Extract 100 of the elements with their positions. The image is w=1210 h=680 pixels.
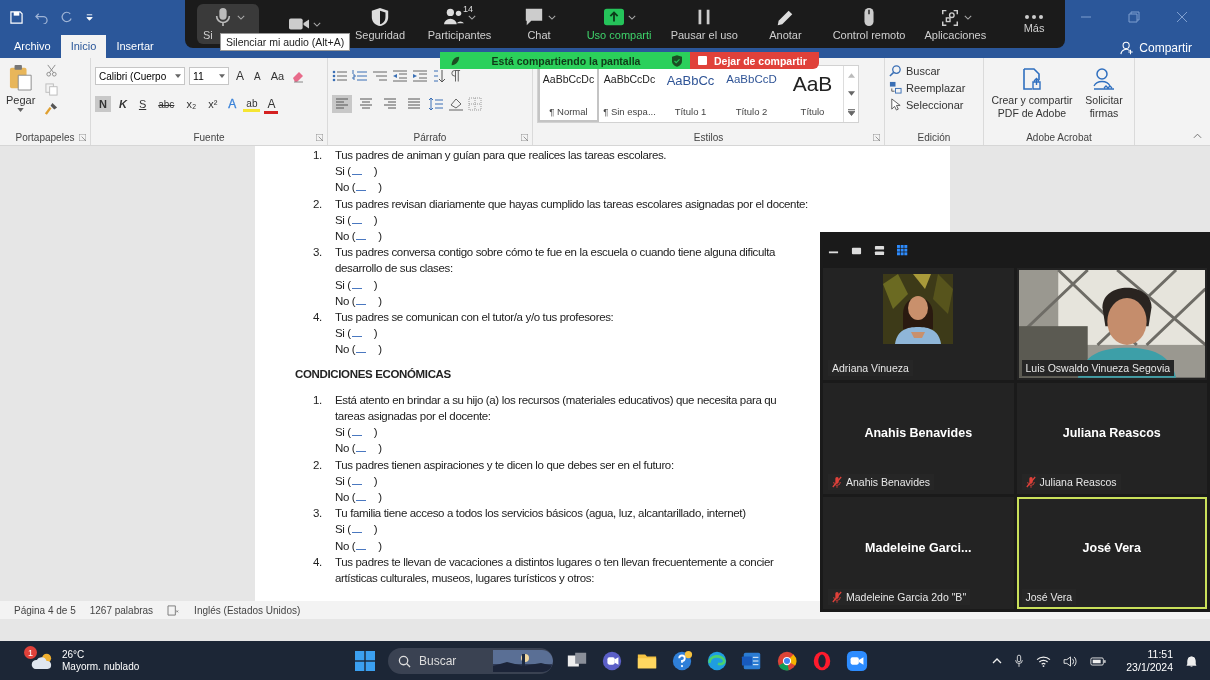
- language-status[interactable]: Inglés (Estados Unidos): [194, 604, 301, 616]
- leaf-icon: [450, 55, 460, 66]
- annotate-button[interactable]: Anotar: [754, 4, 817, 44]
- person-add-icon: [1120, 41, 1135, 55]
- pause-share-button[interactable]: Pausar el uso: [668, 4, 741, 44]
- wifi-icon[interactable]: [1036, 655, 1052, 667]
- ribbon-tab[interactable]: Inicio: [60, 35, 107, 58]
- launcher-icon[interactable]: [873, 134, 880, 141]
- clock[interactable]: 11:51 23/1/2024: [1126, 648, 1173, 674]
- format-button[interactable]: abc: [154, 96, 179, 112]
- more-styles-icon[interactable]: [847, 108, 855, 116]
- customize-icon[interactable]: [85, 12, 94, 22]
- word-count[interactable]: 1267 palabras: [89, 604, 154, 616]
- meet-app-icon[interactable]: [601, 650, 623, 672]
- format-button[interactable]: x²: [204, 96, 222, 112]
- share-button[interactable]: Compartir: [1120, 41, 1192, 55]
- clipboard-icon: [8, 64, 33, 92]
- change-case-button[interactable]: Aa: [267, 68, 288, 84]
- sort-icon[interactable]: [432, 69, 446, 83]
- security-button[interactable]: Seguridad: [349, 4, 411, 44]
- format-button[interactable]: x₂: [182, 96, 201, 112]
- edge-app-icon[interactable]: [706, 650, 728, 672]
- word-app-icon[interactable]: [741, 650, 763, 672]
- select-button[interactable]: Seleccionar: [889, 98, 979, 111]
- launcher-icon[interactable]: [79, 134, 86, 141]
- page-count[interactable]: Página 4 de 5: [14, 604, 76, 616]
- bullet-list-icon[interactable]: [332, 69, 348, 83]
- list-number: 4.: [313, 310, 323, 326]
- font-name-field[interactable]: Calibri (Cuerpo: [95, 67, 185, 85]
- redo-icon[interactable]: [60, 10, 73, 24]
- zoom-app-icon[interactable]: [846, 650, 868, 672]
- paste-button[interactable]: Pegar: [6, 62, 36, 129]
- create-pdf-button[interactable]: Crear y compartir PDF de Adobe: [990, 68, 1074, 129]
- weather-widget[interactable]: 1 26°C Mayorm. nublado: [0, 649, 290, 673]
- multilevel-list-icon[interactable]: [372, 69, 388, 83]
- font-size-field[interactable]: 11: [189, 67, 229, 85]
- answer-close: ): [378, 180, 382, 196]
- format-painter-icon[interactable]: [45, 102, 59, 115]
- find-button[interactable]: Buscar: [889, 64, 979, 77]
- style-preview: AaBbCc: [666, 73, 715, 88]
- battery-icon[interactable]: [1090, 656, 1107, 666]
- format-button[interactable]: K: [114, 96, 131, 112]
- save-icon[interactable]: [10, 10, 23, 24]
- search-field[interactable]: Buscar: [388, 648, 553, 674]
- line-spacing-icon[interactable]: [428, 97, 444, 111]
- stop-sharing-button[interactable]: Dejar de compartir: [690, 52, 819, 69]
- chat-button[interactable]: Chat: [508, 4, 570, 44]
- scissors-icon[interactable]: [45, 64, 59, 77]
- text-effects-button[interactable]: A: [225, 95, 240, 113]
- group-label: Portapapeles: [15, 131, 75, 143]
- microphone-icon[interactable]: [1014, 654, 1025, 668]
- more-button[interactable]: Más: [1003, 4, 1065, 44]
- close-icon[interactable]: [1176, 11, 1188, 23]
- question-text: Tus padres conversa contigo sobre cómo te fue en la escuela o cuando tiene alguna dificulta desarrollo de sus clases:: [335, 245, 776, 277]
- search-input[interactable]: Buscar: [417, 653, 487, 669]
- date: 23/1/2024: [1126, 661, 1173, 674]
- style-item[interactable]: AaB Título: [782, 66, 843, 122]
- speaker-icon[interactable]: [1063, 655, 1079, 667]
- answer-option: Si (: [335, 211, 351, 228]
- answer-option: No (: [335, 292, 356, 310]
- style-name: Título: [800, 106, 825, 117]
- increase-indent-icon[interactable]: [412, 69, 428, 83]
- launcher-icon[interactable]: [316, 134, 323, 141]
- notification-icon[interactable]: [1185, 654, 1198, 668]
- shrink-font-button[interactable]: A: [251, 68, 264, 84]
- apps-button[interactable]: Aplicaciones: [921, 4, 989, 44]
- eraser-icon[interactable]: [291, 69, 306, 83]
- participants-button[interactable]: 14 Participantes: [425, 4, 494, 44]
- participants-icon: [443, 7, 465, 27]
- chrome-app-icon[interactable]: [776, 650, 798, 672]
- remote-control-button[interactable]: Control remoto: [830, 4, 908, 44]
- grow-font-button[interactable]: A: [233, 67, 247, 85]
- collapse-ribbon-icon[interactable]: [1193, 133, 1202, 139]
- font-color-button[interactable]: A: [264, 94, 279, 114]
- format-button[interactable]: S: [134, 96, 151, 112]
- style-item[interactable]: AaBbCc Título 1: [660, 66, 721, 122]
- start-icon[interactable]: [355, 651, 375, 671]
- highlight-button[interactable]: ab: [243, 96, 261, 112]
- scroll-down-icon[interactable]: [847, 90, 855, 96]
- chevron-up-icon[interactable]: [992, 658, 1003, 664]
- decrease-indent-icon[interactable]: [392, 69, 408, 83]
- share-screen-button[interactable]: Uso comparti: [584, 4, 655, 44]
- proofing-icon[interactable]: [167, 604, 181, 616]
- question-text: Tus padres te llevan de vacaciones a distintos lugares o ten llevan frecuentemente a concier artísticas culturales, museos, lugares turísticos y otros:: [335, 554, 774, 587]
- style-item[interactable]: AaBbCcDc ¶ Sin espa...: [599, 66, 660, 122]
- launcher-icon[interactable]: [521, 134, 528, 141]
- ribbon-tab[interactable]: Insertar: [106, 35, 164, 58]
- style-preview: AaB: [792, 73, 833, 94]
- speaker-view-button[interactable]: [874, 244, 885, 256]
- pilcrow-icon[interactable]: [450, 69, 461, 83]
- gallery-view-button[interactable]: [897, 244, 908, 256]
- style-item[interactable]: AaBbCcD Título 2: [721, 66, 782, 122]
- format-button[interactable]: N: [95, 96, 111, 112]
- style-name: ¶ Normal: [549, 106, 588, 117]
- help-app-icon[interactable]: [671, 650, 693, 672]
- shading-icon[interactable]: [448, 97, 464, 111]
- replace-button[interactable]: Reemplazar: [889, 81, 979, 94]
- ribbon-tab[interactable]: Archivo: [4, 35, 61, 58]
- request-signatures-button[interactable]: Solicitar firmas: [1080, 68, 1128, 129]
- opera-app-icon[interactable]: [811, 650, 833, 672]
